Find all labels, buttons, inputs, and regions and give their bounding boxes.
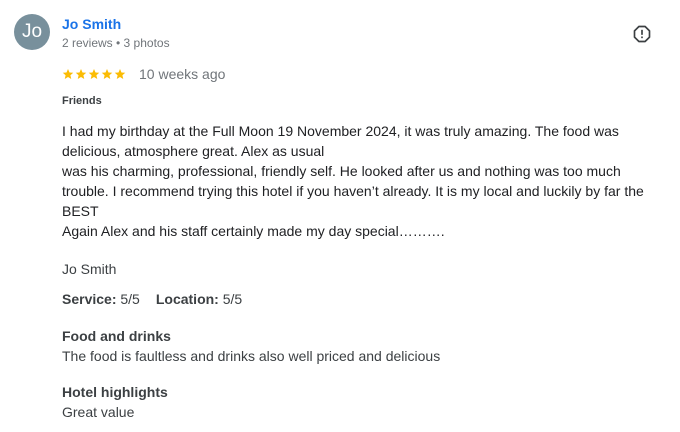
star-icon [75, 69, 87, 79]
author-name-link[interactable]: Jo Smith [62, 16, 121, 32]
review-date: 10 weeks ago [139, 66, 226, 82]
rating-row: 10 weeks ago [62, 66, 225, 82]
hotel-highlights-section: Hotel highlights Great value [62, 382, 168, 422]
review-text-line: I had my birthday at the Full Moon 19 No… [62, 123, 619, 159]
review-text-line: Again Alex and his staff certainly made … [62, 223, 445, 239]
food-and-drinks-text: The food is faultless and drinks also we… [62, 348, 441, 364]
star-icon [88, 69, 100, 79]
service-score-label: Service: [62, 291, 117, 307]
author-meta: 2 reviews • 3 photos [62, 36, 170, 50]
rating-breakdown: Service: 5/5 Location: 5/5 [62, 291, 242, 307]
food-and-drinks-section: Food and drinks The food is faultless an… [62, 326, 440, 366]
hotel-highlights-text: Great value [62, 404, 135, 420]
report-flag-icon [633, 25, 651, 43]
star-icon [62, 69, 74, 79]
review-signoff: Jo Smith [62, 261, 117, 277]
location-score-label: Location: [155, 291, 219, 307]
avatar[interactable]: Jo [14, 14, 50, 50]
trip-type-label: Friends [62, 95, 102, 107]
star-icon [101, 69, 113, 79]
food-and-drinks-title: Food and drinks [62, 328, 171, 344]
service-score-value: 5/5 [120, 291, 140, 307]
report-button[interactable] [632, 24, 652, 44]
star-icon [114, 69, 126, 79]
review-text-line: was his charming, professional, friendly… [62, 163, 644, 219]
review-text: I had my birthday at the Full Moon 19 No… [62, 121, 668, 241]
location-score: Location: 5/5 [156, 291, 242, 307]
location-score-value: 5/5 [222, 291, 243, 307]
star-rating [62, 68, 126, 80]
hotel-highlights-title: Hotel highlights [62, 384, 168, 400]
service-score: Service: 5/5 [62, 291, 140, 307]
